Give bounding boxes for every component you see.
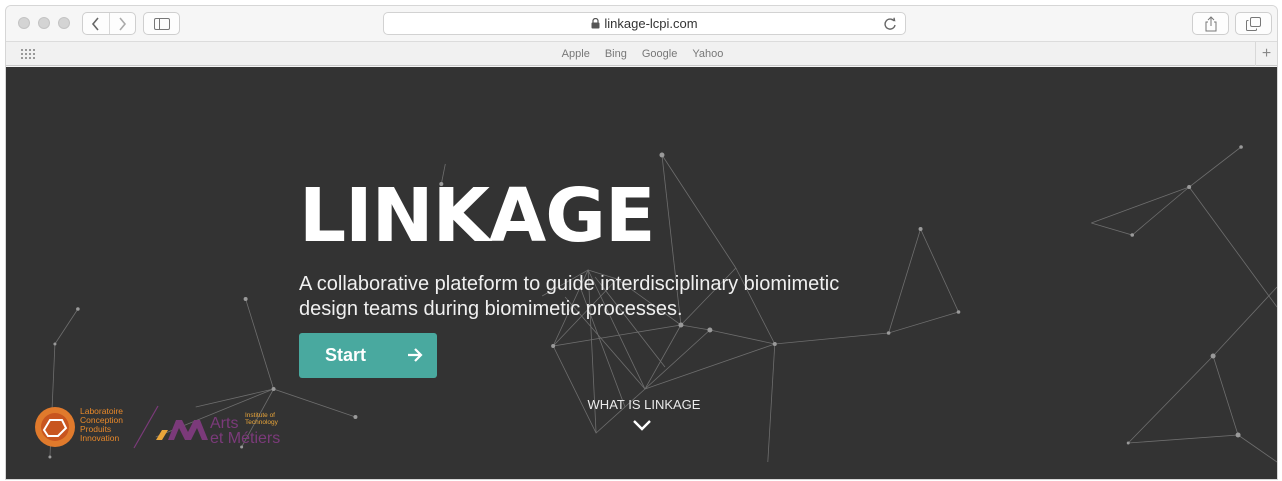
favorite-google[interactable]: Google (642, 48, 677, 60)
chevron-right-icon (119, 16, 127, 31)
favorite-bing[interactable]: Bing (605, 48, 627, 60)
browser-toolbar: linkage-lcpi.com (6, 6, 1277, 42)
share-icon (1205, 15, 1216, 31)
new-tab-button[interactable]: + (1255, 42, 1277, 66)
page-title: LINKAGE (299, 173, 656, 259)
address-bar[interactable]: linkage-lcpi.com (383, 12, 906, 35)
favorite-yahoo[interactable]: Yahoo (692, 48, 723, 60)
start-button-label: Start (325, 345, 367, 365)
am-institute-label: Institute of Technology (245, 412, 278, 426)
back-button[interactable] (83, 13, 109, 34)
browser-window: linkage-lcpi.com Apple Bing Google Yahoo… (5, 5, 1278, 480)
favorites-bar: Apple Bing Google Yahoo + (6, 42, 1277, 66)
tabs-overview-button[interactable] (1235, 12, 1272, 35)
lcpi-name: Laboratoire Conception Produits Innovati… (80, 406, 124, 443)
tabs-icon (1246, 16, 1261, 31)
forward-button[interactable] (108, 13, 136, 34)
minimize-window-button[interactable] (38, 17, 50, 29)
start-button[interactable]: Start (299, 333, 437, 378)
chevron-down-icon[interactable] (632, 419, 652, 431)
favorites-links: Apple Bing Google Yahoo (6, 42, 1277, 66)
partner-logos: Laboratoire Conception Produits Innovati… (34, 402, 294, 452)
arrow-right-icon (408, 348, 423, 362)
favorite-apple[interactable]: Apple (562, 48, 590, 60)
close-window-button[interactable] (18, 17, 30, 29)
reload-icon[interactable] (883, 17, 897, 31)
lcpi-logo (35, 407, 75, 447)
url-text: linkage-lcpi.com (604, 16, 698, 31)
page-hero: LINKAGE A collaborative plateform to gui… (6, 67, 1277, 479)
lock-icon (591, 18, 600, 29)
zoom-window-button[interactable] (58, 17, 70, 29)
chevron-left-icon (91, 16, 99, 31)
page-subtitle: A collaborative plateform to guide inter… (299, 273, 840, 320)
sidebar-icon (153, 17, 170, 30)
arts-et-metiers-logo (156, 420, 208, 440)
what-is-linkage-link[interactable]: WHAT IS LINKAGE (586, 397, 702, 412)
nav-buttons (82, 12, 136, 35)
share-button[interactable] (1192, 12, 1229, 35)
am-word-metiers: et Métiers (210, 430, 281, 447)
sidebar-button[interactable] (143, 12, 180, 35)
